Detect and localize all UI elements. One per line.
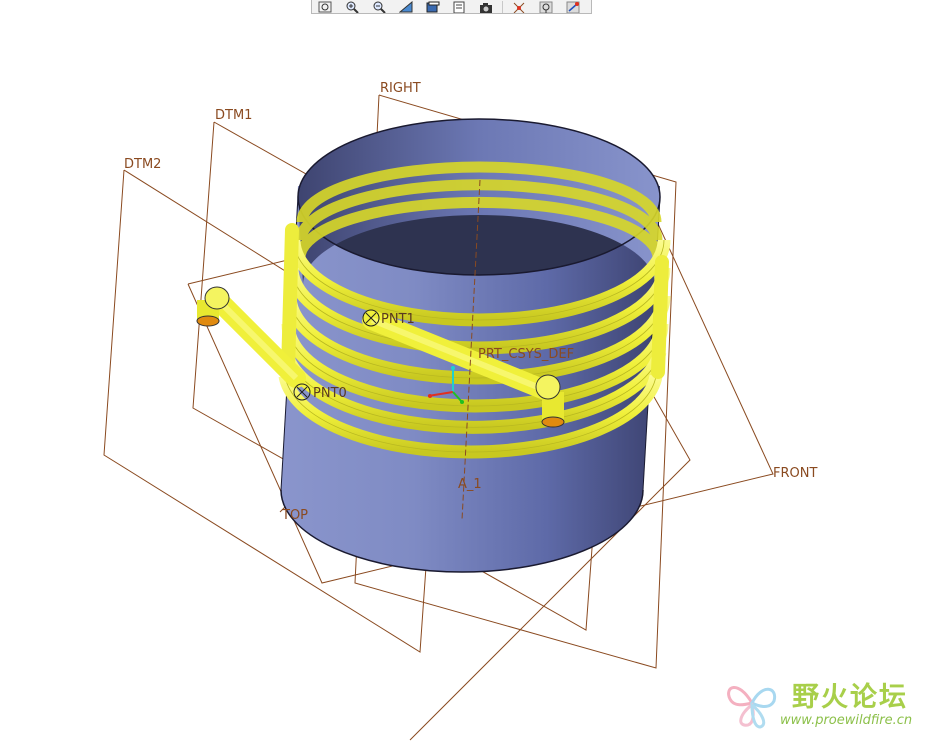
inlet-pipe[interactable] [196, 286, 306, 388]
model-viewport[interactable]: RIGHT DTM1 DTM2 FRONT TOP PNT0 PNT1 PRT_… [0, 0, 934, 741]
display-style-icon [426, 1, 440, 13]
watermark-url: www.proewildfire.cn [780, 713, 913, 728]
datum-points-button[interactable] [562, 0, 584, 13]
camera-icon [480, 3, 493, 13]
label-front: FRONT [773, 466, 817, 481]
label-pnt0: PNT0 [313, 386, 347, 401]
forum-watermark: 野火论坛 www.proewildfire.cn [722, 673, 927, 735]
zoom-out-button[interactable] [368, 0, 390, 13]
view-toolbar [311, 0, 592, 14]
model-scene[interactable]: RIGHT DTM1 DTM2 FRONT TOP PNT0 PNT1 PRT_… [0, 0, 934, 741]
zoom-fit-button[interactable] [314, 0, 336, 13]
repaint-icon [398, 1, 413, 13]
label-pnt1: PNT1 [381, 312, 415, 327]
label-axis-a1: A_1 [458, 477, 482, 492]
zoom-out-icon [373, 1, 386, 13]
label-csys: PRT_CSYS_DEF [478, 347, 574, 362]
repaint-button[interactable] [395, 0, 417, 13]
camera-button[interactable] [475, 0, 497, 13]
label-right: RIGHT [380, 81, 421, 96]
butterfly-logo-icon [727, 686, 777, 729]
saved-views-button[interactable] [449, 0, 471, 13]
datum-points-icon [566, 1, 580, 13]
zoom-in-button[interactable] [341, 0, 363, 13]
label-dtm2: DTM2 [124, 157, 161, 172]
datum-planes-button[interactable] [508, 0, 530, 13]
label-top: TOP [281, 508, 308, 523]
label-dtm1: DTM1 [215, 108, 252, 123]
datum-planes-icon [513, 2, 525, 13]
display-style-button[interactable] [422, 0, 444, 13]
saved-views-icon [453, 1, 465, 13]
datum-axes-icon [539, 1, 553, 13]
zoom-fit-icon [318, 1, 332, 13]
watermark-site-name: 野火论坛 [792, 682, 908, 713]
toolbar-separator [502, 1, 504, 13]
datum-axes-button[interactable] [535, 0, 557, 13]
zoom-in-icon [346, 1, 359, 13]
